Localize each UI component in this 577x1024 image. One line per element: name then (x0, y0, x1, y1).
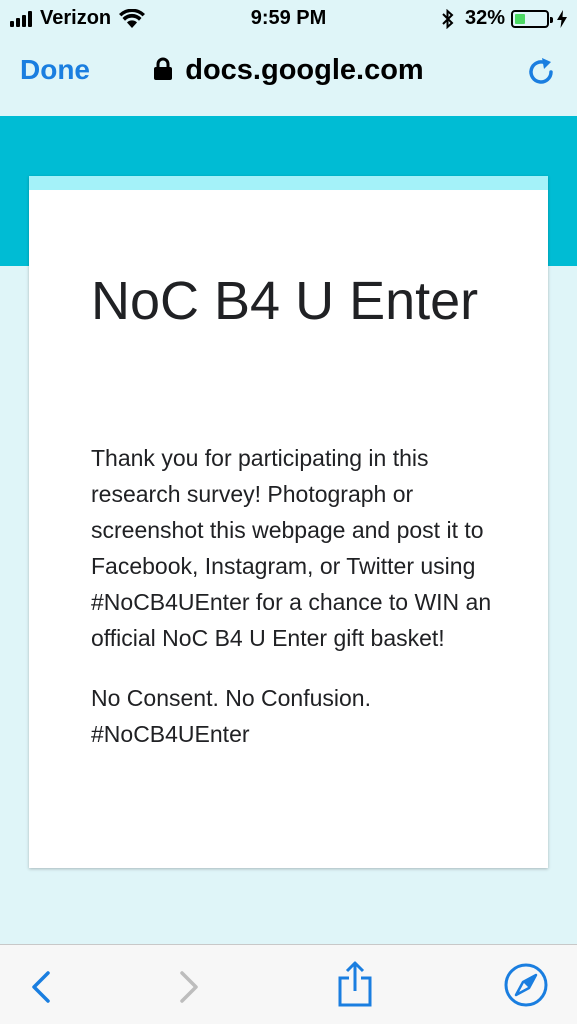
url-text: docs.google.com (185, 54, 424, 86)
form-title: NoC B4 U Enter (91, 271, 479, 331)
browser-toolbar (0, 944, 577, 1024)
share-icon[interactable] (336, 961, 374, 1007)
thank-you-paragraph: Thank you for participating in this rese… (91, 445, 492, 651)
charging-icon (557, 9, 567, 28)
form-description: Thank you for participating in this rese… (91, 440, 511, 776)
browser-nav-bar: Done docs.google.com (0, 38, 577, 108)
form-card: NoC B4 U Enter Thank you for participati… (29, 176, 548, 868)
status-bar: Verizon 9:59 PM 32% (0, 0, 577, 38)
battery-level (515, 13, 525, 24)
reload-icon[interactable] (525, 56, 557, 88)
address-bar[interactable]: docs.google.com (0, 54, 577, 87)
bluetooth-icon (442, 8, 454, 29)
browser-chrome: Verizon 9:59 PM 32% Done docs.google.com (0, 0, 577, 116)
battery-icon (511, 9, 553, 28)
status-right: 32% (441, 7, 567, 30)
lock-icon (154, 57, 173, 80)
back-icon[interactable] (24, 967, 60, 1007)
slogan-paragraph: No Consent. No Confusion. #NoCB4UEnter (91, 685, 371, 747)
compass-icon[interactable] (503, 962, 549, 1008)
battery-percent: 32% (464, 7, 505, 29)
forward-icon[interactable] (170, 967, 206, 1007)
